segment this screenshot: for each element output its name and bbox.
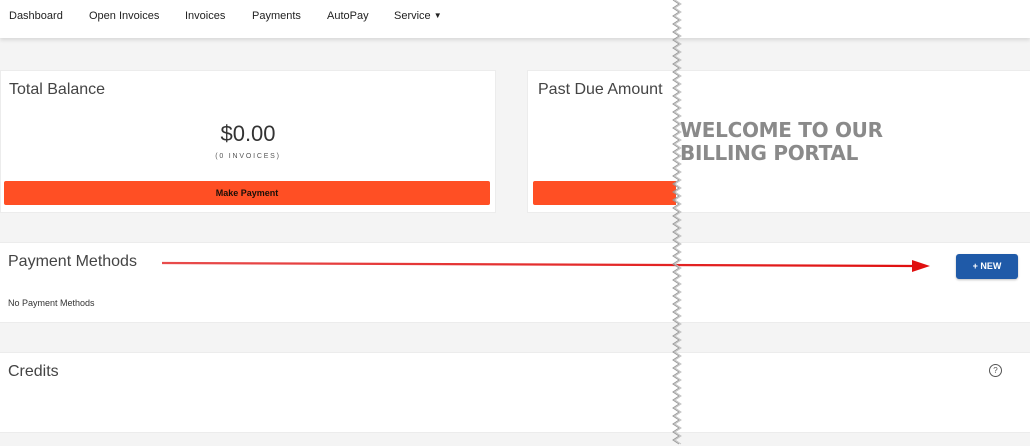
- new-payment-method-button[interactable]: + NEW: [956, 254, 1018, 279]
- overlay-gap: [676, 38, 1030, 70]
- past-due-title: Past Due Amount: [538, 81, 663, 98]
- past-due-card: Past Due Amount: [527, 70, 677, 213]
- annotation-arrow: [161, 260, 930, 272]
- welcome-heading: WELCOME TO OUR BILLING PORTAL: [680, 119, 920, 165]
- welcome-line-1: WELCOME TO OUR: [680, 118, 883, 142]
- nav-autopay[interactable]: AutoPay: [327, 10, 369, 22]
- top-navigation: Dashboard Open Invoices Invoices Payment…: [0, 0, 1030, 38]
- credits-section: Credits: [0, 352, 1030, 433]
- payment-methods-section: Payment Methods No Payment Methods: [0, 242, 1030, 323]
- total-balance-title: Total Balance: [9, 81, 106, 98]
- nav-service-label: Service: [394, 10, 431, 22]
- make-payment-button[interactable]: Make Payment: [4, 181, 490, 205]
- payment-methods-title: Payment Methods: [8, 253, 137, 270]
- invoice-count-note: (0 INVOICES): [215, 153, 281, 160]
- caret-down-icon: ▼: [433, 11, 442, 20]
- total-balance-card: Total Balance $0.00 (0 INVOICES) Make Pa…: [0, 70, 496, 213]
- total-balance-amount: $0.00: [220, 121, 276, 146]
- no-payment-methods-text: No Payment Methods: [8, 298, 95, 308]
- nav-invoices[interactable]: Invoices: [185, 10, 225, 22]
- past-due-payment-button[interactable]: [533, 181, 677, 205]
- screenshot-split-divider: [672, 0, 682, 445]
- credits-title: Credits: [8, 363, 59, 380]
- help-question-icon[interactable]: ?: [989, 364, 1002, 377]
- nav-payments[interactable]: Payments: [252, 10, 301, 22]
- nav-open-invoices[interactable]: Open Invoices: [89, 10, 159, 22]
- nav-dashboard[interactable]: Dashboard: [9, 10, 63, 22]
- welcome-line-2: BILLING PORTAL: [680, 141, 859, 165]
- nav-service-dropdown[interactable]: Service ▼: [394, 10, 442, 22]
